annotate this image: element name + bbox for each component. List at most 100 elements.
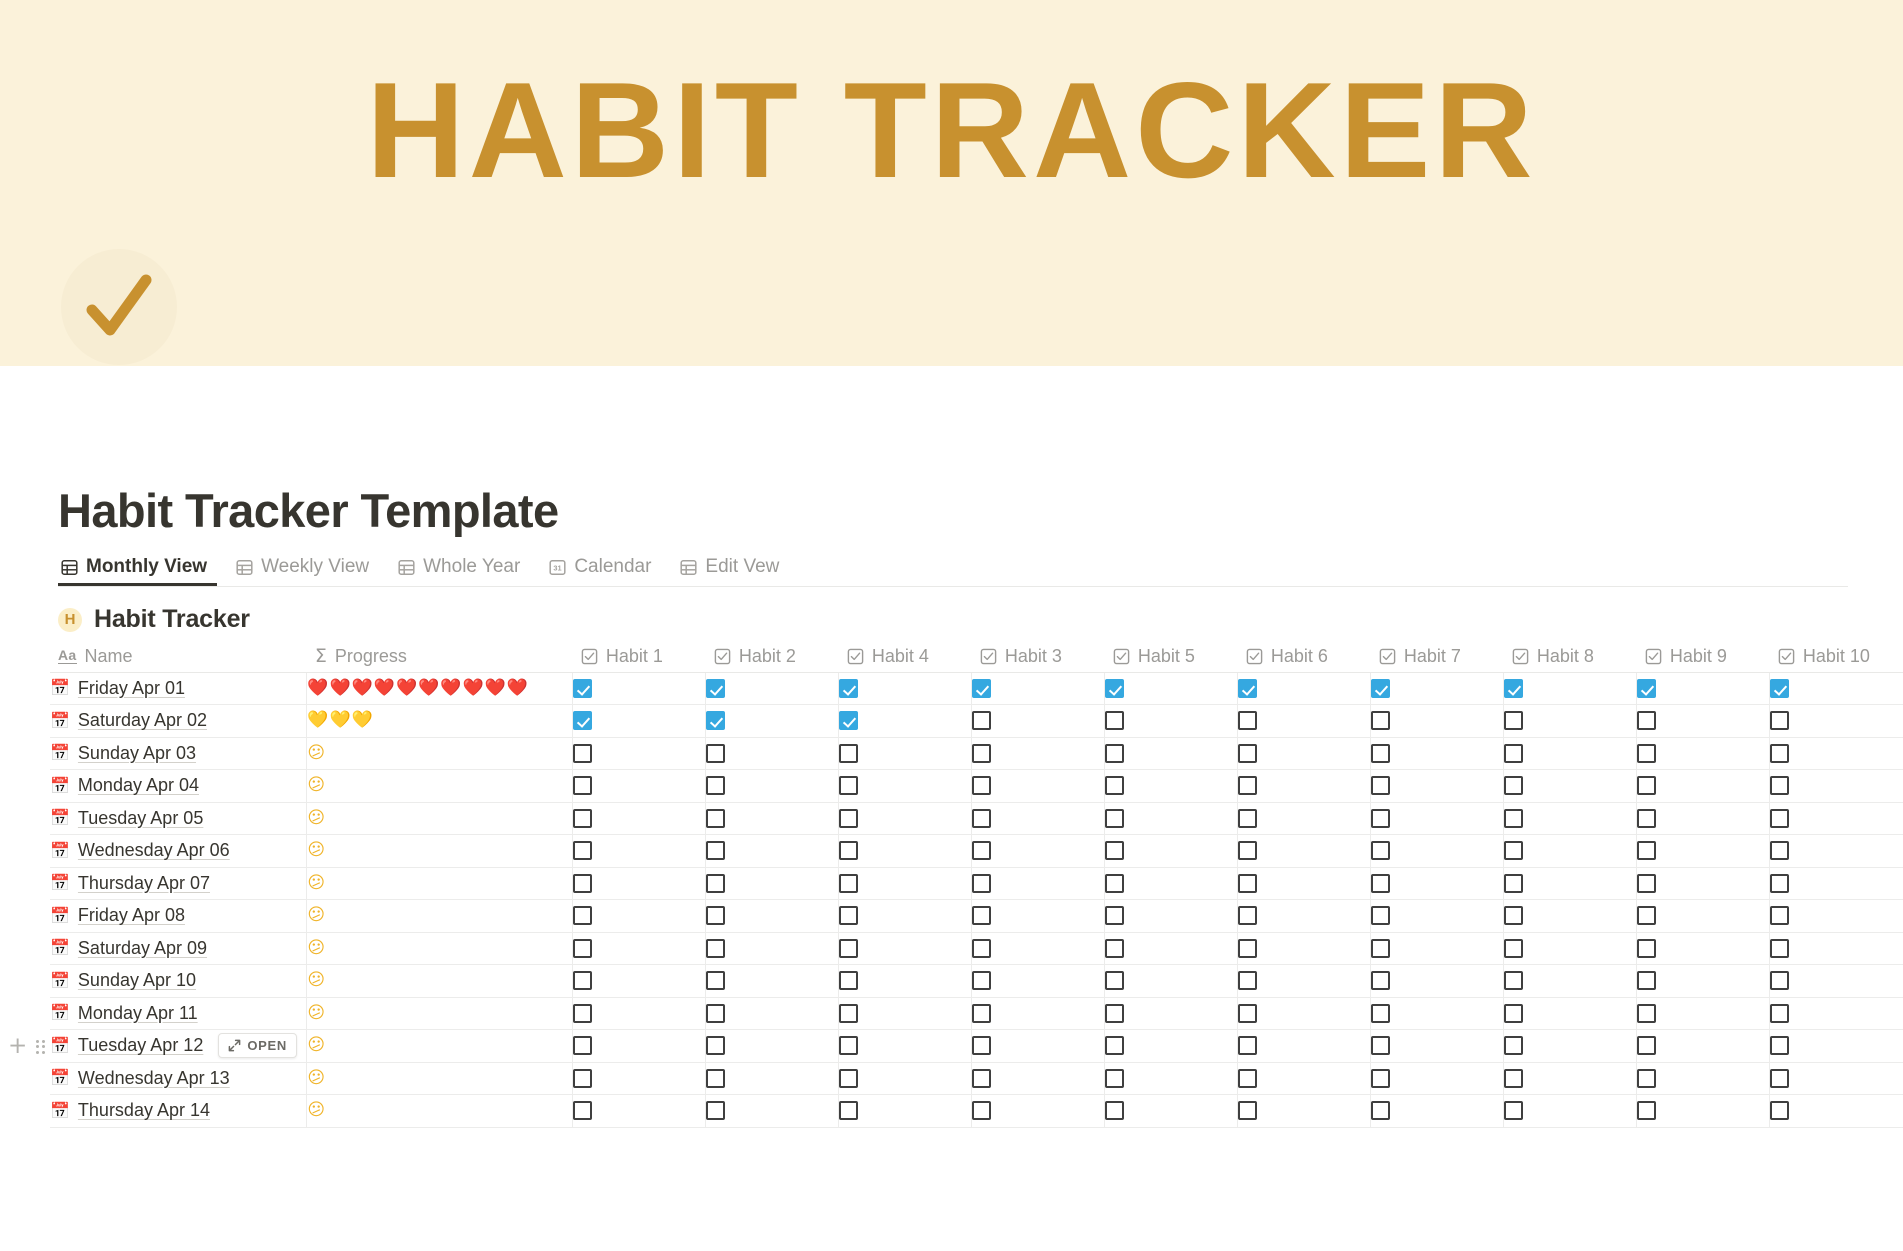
habit-checkbox-cell[interactable] [1503,802,1638,835]
habit-checkbox-cell[interactable] [1237,672,1372,705]
checkbox-unchecked-icon[interactable] [1238,1036,1258,1056]
checkbox-unchecked-icon[interactable] [1637,743,1657,763]
habit-checkbox-cell[interactable] [1636,769,1771,803]
checkbox-unchecked-icon[interactable] [1238,906,1258,926]
habit-checkbox-cell[interactable] [1370,899,1505,933]
checkbox-unchecked-icon[interactable] [1238,1068,1258,1088]
checkbox-checked-icon[interactable] [1637,678,1657,698]
habit-checkbox-cell[interactable] [838,1029,973,1063]
checkbox-unchecked-icon[interactable] [1637,808,1657,828]
checkbox-unchecked-icon[interactable] [972,808,992,828]
habit-checkbox-cell[interactable] [572,932,707,965]
habit-checkbox-cell[interactable] [971,997,1106,1030]
checkbox-unchecked-icon[interactable] [1105,906,1125,926]
habit-checkbox-cell[interactable] [838,672,973,705]
habit-checkbox-cell[interactable] [1370,1094,1505,1128]
habit-checkbox-cell[interactable] [1769,704,1903,738]
habit-checkbox-cell[interactable] [1104,899,1239,933]
checkbox-unchecked-icon[interactable] [1371,776,1391,796]
habit-checkbox-cell[interactable] [1370,704,1505,738]
row-title-link[interactable]: Thursday Apr 14 [78,1100,210,1121]
habit-checkbox-cell[interactable] [1370,672,1505,705]
row-name-cell[interactable]: 📅 Tuesday Apr 12 OPEN [50,1029,308,1063]
habit-checkbox-cell[interactable] [838,802,973,835]
checkbox-unchecked-icon[interactable] [1770,906,1790,926]
row-progress-cell[interactable]: 😕 [306,1029,574,1063]
row-title-link[interactable]: Sunday Apr 10 [78,970,196,991]
habit-checkbox-cell[interactable] [572,737,707,770]
checkbox-unchecked-icon[interactable] [1637,873,1657,893]
row-progress-cell[interactable]: 😕 [306,737,574,770]
row-name-cell[interactable]: 📅 Sunday Apr 03 [50,737,308,770]
checkbox-unchecked-icon[interactable] [839,776,859,796]
habit-checkbox-cell[interactable] [1370,932,1505,965]
habit-checkbox-cell[interactable] [971,899,1106,933]
row-title-link[interactable]: Monday Apr 11 [78,1003,198,1024]
checkbox-unchecked-icon[interactable] [1504,841,1524,861]
habit-checkbox-cell[interactable] [1503,1094,1638,1128]
habit-checkbox-cell[interactable] [705,1029,840,1063]
habit-checkbox-cell[interactable] [572,1029,707,1063]
table-row[interactable]: 📅 Friday Apr 01 ❤️ ❤️ ❤️ ❤️ ❤️ ❤️ ❤️ ❤️ ❤️ ❤️ [50,672,1903,705]
habit-checkbox-cell[interactable] [838,932,973,965]
habit-checkbox-cell[interactable] [1769,997,1903,1030]
column-header-habit-8[interactable]: Habit 8 [1503,641,1637,673]
table-row[interactable]: 📅 Monday Apr 11 😕 [50,997,1903,1030]
drag-handle-icon[interactable] [36,1039,45,1054]
habit-checkbox-cell[interactable] [572,1062,707,1095]
habit-checkbox-cell[interactable] [838,769,973,803]
row-progress-cell[interactable]: 😕 [306,802,574,835]
column-header-habit-10[interactable]: Habit 10 [1769,641,1903,673]
table-row[interactable]: 📅 Sunday Apr 03 😕 [50,737,1903,770]
checkbox-unchecked-icon[interactable] [573,1101,593,1121]
habit-checkbox-cell[interactable] [1636,1062,1771,1095]
habit-checkbox-cell[interactable] [1636,997,1771,1030]
checkbox-unchecked-icon[interactable] [706,873,726,893]
habit-checkbox-cell[interactable] [1636,867,1771,900]
checkbox-unchecked-icon[interactable] [573,938,593,958]
checkbox-unchecked-icon[interactable] [1238,873,1258,893]
habit-checkbox-cell[interactable] [1503,1062,1638,1095]
habit-checkbox-cell[interactable] [971,737,1106,770]
habit-checkbox-cell[interactable] [1636,932,1771,965]
checkbox-unchecked-icon[interactable] [1637,1068,1657,1088]
habit-checkbox-cell[interactable] [1503,834,1638,868]
habit-checkbox-cell[interactable] [1237,704,1372,738]
checkbox-unchecked-icon[interactable] [1770,841,1790,861]
checkbox-unchecked-icon[interactable] [1238,841,1258,861]
checkbox-unchecked-icon[interactable] [1504,938,1524,958]
table-row[interactable]: 📅 Wednesday Apr 13 😕 [50,1062,1903,1095]
checkbox-unchecked-icon[interactable] [1371,873,1391,893]
checkbox-unchecked-icon[interactable] [1105,841,1125,861]
habit-checkbox-cell[interactable] [1104,769,1239,803]
checkbox-unchecked-icon[interactable] [1371,1036,1391,1056]
habit-checkbox-cell[interactable] [1503,964,1638,998]
row-name-cell[interactable]: 📅 Wednesday Apr 13 [50,1062,308,1095]
checkbox-unchecked-icon[interactable] [1770,743,1790,763]
checkbox-unchecked-icon[interactable] [1371,711,1391,731]
checkbox-unchecked-icon[interactable] [1504,808,1524,828]
checkbox-unchecked-icon[interactable] [1238,938,1258,958]
habit-checkbox-cell[interactable] [1237,769,1372,803]
habit-checkbox-cell[interactable] [705,834,840,868]
table-row[interactable]: 📅 Thursday Apr 14 😕 [50,1094,1903,1128]
habit-checkbox-cell[interactable] [705,769,840,803]
checkbox-unchecked-icon[interactable] [1637,1101,1657,1121]
checkbox-unchecked-icon[interactable] [1371,971,1391,991]
checkbox-unchecked-icon[interactable] [1504,1036,1524,1056]
checkbox-unchecked-icon[interactable] [839,1101,859,1121]
row-progress-cell[interactable]: 😕 [306,899,574,933]
row-name-cell[interactable]: 📅 Saturday Apr 09 [50,932,308,965]
checkbox-unchecked-icon[interactable] [1770,1036,1790,1056]
habit-checkbox-cell[interactable] [971,1094,1106,1128]
habit-checkbox-cell[interactable] [705,737,840,770]
checkbox-unchecked-icon[interactable] [573,873,593,893]
habit-checkbox-cell[interactable] [838,1062,973,1095]
habit-checkbox-cell[interactable] [572,769,707,803]
row-progress-cell[interactable]: 😕 [306,1062,574,1095]
habit-checkbox-cell[interactable] [1370,802,1505,835]
checkbox-unchecked-icon[interactable] [1105,971,1125,991]
row-progress-cell[interactable]: ❤️ ❤️ ❤️ ❤️ ❤️ ❤️ ❤️ ❤️ ❤️ ❤️ [306,672,574,705]
checkbox-unchecked-icon[interactable] [839,743,859,763]
row-progress-cell[interactable]: 😕 [306,997,574,1030]
